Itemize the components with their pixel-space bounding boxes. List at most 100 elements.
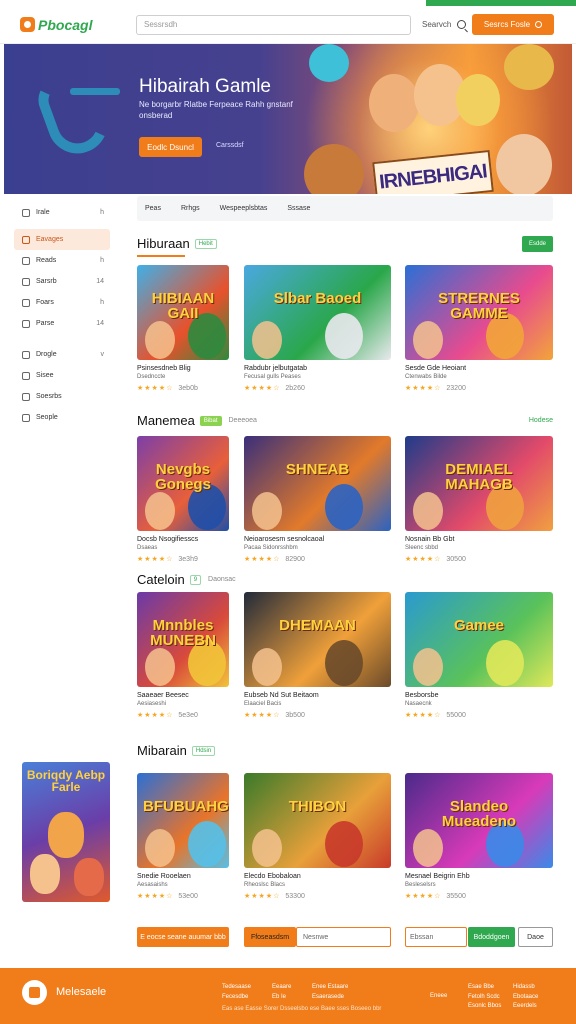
footer-link[interactable]: Esaerasede [312, 993, 348, 1003]
search-label: Searvch [422, 20, 452, 29]
hero-play-button[interactable]: Eodlc Dsuncl [139, 137, 202, 157]
footer-link[interactable]: Ebotaace [513, 993, 538, 1003]
logo[interactable]: Pbocagl [20, 17, 130, 33]
search-input[interactable]: Sessrsdh [136, 14, 411, 35]
game-thumbnail[interactable]: STRERNES GAMME [405, 265, 553, 360]
rating-stars-icon: ★★★★☆ [244, 712, 281, 720]
footer-col-2: Eeaare Eb Ie [272, 983, 291, 1002]
bottom-outline-button[interactable]: Daoe [518, 927, 553, 947]
game-rating: ★★★★☆ 53e00 [137, 892, 229, 901]
section-more-button[interactable]: Esdde [522, 236, 553, 252]
game-thumbnail-title: Nevgbs Gonegs [155, 461, 211, 493]
game-title[interactable]: Docsb Nsogifiesscs [137, 536, 229, 544]
game-card[interactable]: DEMIAEL MAHAGB Nosnain Bb Gbt Sleenc sbbd ★… [405, 436, 553, 563]
game-title[interactable]: Elecdo Ebobaloan [244, 873, 391, 881]
search-icon[interactable] [457, 20, 467, 29]
sidebar-item[interactable]: Reads h [14, 250, 110, 271]
game-card[interactable]: THIBON Elecdo Ebobaloan Rheoslsc Blacs ★★★★… [244, 773, 391, 900]
thumbnail-character-2 [413, 492, 443, 530]
sidebar-item[interactable]: Drogle v [14, 344, 110, 365]
game-subtitle: Nasaecnk [405, 701, 432, 708]
bottom-input[interactable]: Nesnwe [296, 927, 391, 947]
game-card[interactable]: SHNEAB Neioarosesm sesnolcaoal Pacaa Sidon… [244, 436, 391, 563]
game-thumbnail[interactable]: SHNEAB [244, 436, 391, 531]
game-title[interactable]: Mesnael Beigrin Ehb [405, 873, 553, 881]
user-icon [535, 21, 543, 28]
sidebar-item[interactable]: Sisee [14, 365, 110, 386]
game-thumbnail[interactable]: Slandeo Mueadeno [405, 773, 553, 868]
game-title[interactable]: Saaeaer Beesec [137, 692, 229, 700]
footer-link[interactable]: Fecesdbe [222, 993, 251, 1003]
bottom-orange-button[interactable]: E eocse seane auumar bbb [137, 927, 229, 947]
game-card[interactable]: HIBIAAN GAII Psinsesdneb Blig Dsednccte ★★★… [137, 265, 229, 392]
game-thumbnail[interactable]: DHEMAAN [244, 592, 391, 687]
game-card[interactable]: DHEMAAN Eubseb Nd Sut Beitaom Elaaciel Bac… [244, 592, 391, 719]
filter-tab[interactable]: Rrhgs [181, 205, 200, 212]
game-title[interactable]: Snedie Rooelaen [137, 873, 229, 881]
footer-link[interactable]: Esonlc Bbos [468, 1002, 501, 1012]
game-thumbnail-title: SHNEAB [285, 461, 350, 478]
game-card[interactable]: Gamee Besborsbe Nasaecnk ★★★★☆ 55000 [405, 592, 553, 719]
footer-link[interactable]: Hidassb [513, 983, 538, 993]
filter-tab[interactable]: Sssase [287, 205, 310, 212]
game-subtitle: Fecusal gulls Peases [244, 374, 301, 381]
game-thumbnail[interactable]: BFUBUAHGE [137, 773, 229, 868]
game-thumbnail[interactable]: THIBON [244, 773, 391, 868]
game-card[interactable]: Slandeo Mueadeno Mesnael Beigrin Ehb Besle… [405, 773, 553, 900]
thumbnail-character [324, 640, 363, 686]
sidebar-promo-card[interactable]: Boriqdy Aebp Farle [22, 762, 110, 902]
section-more-link[interactable]: Hodese [529, 417, 553, 424]
game-card[interactable]: STRERNES GAMME Sesde Gde Heoiant Ctenwabs … [405, 265, 553, 392]
hero-link[interactable]: Carssdsf [216, 142, 244, 149]
game-thumbnail[interactable]: Mnnbles MUNEBN [137, 592, 229, 687]
sidebar-item-label: Drogle [36, 351, 57, 358]
thumbnail-character-2 [252, 648, 282, 686]
bottom-orange-button-small[interactable]: Ffoseasdsm [244, 927, 296, 947]
footer-link[interactable]: Tedesaase [222, 983, 251, 993]
footer-link[interactable]: Esae Bbe [468, 983, 501, 993]
footer-link[interactable]: Enee Estaare [312, 983, 348, 993]
game-title[interactable]: Besborsbe [405, 692, 553, 700]
footer-logo-icon [22, 980, 47, 1005]
sidebar-item[interactable]: Parse 14 [14, 313, 110, 334]
sidebar-item-suffix: h [100, 299, 104, 306]
game-thumbnail[interactable]: Slbar Baoed [244, 265, 391, 360]
footer-link[interactable]: Eeerdels [513, 1002, 538, 1012]
game-card[interactable]: Nevgbs Gonegs Docsb Nsogifiesscs Dsaeas ★★★… [137, 436, 229, 563]
section-subtitle: Daonsac [208, 576, 236, 583]
header: Pbocagl Sessrsdh Searvch Sesrcs Fosle [0, 6, 576, 44]
game-title[interactable]: Eubseb Nd Sut Beitaom [244, 692, 391, 700]
sidebar-item[interactable]: Sarsrb 14 [14, 271, 110, 292]
sidebar-item-icon [22, 256, 30, 265]
game-thumbnail[interactable]: DEMIAEL MAHAGB [405, 436, 553, 531]
game-thumbnail[interactable]: HIBIAAN GAII [137, 265, 229, 360]
game-title[interactable]: Neioarosesm sesnolcaoal [244, 536, 391, 544]
filter-tab[interactable]: Wespeeplsbtas [220, 205, 268, 212]
sidebar-item[interactable]: Irale h [14, 202, 110, 223]
game-thumbnail[interactable]: Gamee [405, 592, 553, 687]
header-cta-button[interactable]: Sesrcs Fosle [472, 14, 554, 35]
footer-link[interactable]: Fetolh Scdc [468, 993, 501, 1003]
game-thumbnail[interactable]: Nevgbs Gonegs [137, 436, 229, 531]
sidebar-item[interactable]: Foars h [14, 292, 110, 313]
game-rating: ★★★★☆ 3eb0b [137, 384, 229, 393]
footer-link[interactable]: Eb Ie [272, 993, 291, 1003]
game-title[interactable]: Nosnain Bb Gbt [405, 536, 553, 544]
game-title[interactable]: Sesde Gde Heoiant [405, 365, 553, 373]
rating-stars-icon: ★★★★☆ [405, 556, 442, 564]
sidebar-item[interactable]: Seople [14, 407, 110, 428]
game-card[interactable]: BFUBUAHGE Snedie RooelaenAesasaishs ★★★★☆ 5… [137, 773, 229, 900]
footer-link[interactable]: Eeaare [272, 983, 291, 993]
sidebar-item-suffix: 14 [96, 278, 104, 285]
filter-tab[interactable]: Peas [145, 205, 161, 212]
sidebar-item[interactable]: Eavages [14, 229, 110, 250]
sidebar-item[interactable]: Soesrbs [14, 386, 110, 407]
footer-link[interactable]: Eneee [430, 992, 447, 1002]
game-title[interactable]: Rabdubr jelbutgatab [244, 365, 391, 373]
bottom-input-secondary[interactable]: Ebssan [405, 927, 467, 947]
sidebar-item-suffix: h [100, 257, 104, 264]
bottom-green-button[interactable]: Bdoddgoen [468, 927, 515, 947]
game-title[interactable]: Psinsesdneb Blig [137, 365, 229, 373]
game-card[interactable]: Slbar Baoed Rabdubr jelbutgatab Fecusal gu… [244, 265, 391, 392]
game-card[interactable]: Mnnbles MUNEBN Saaeaer Beesec Aesiaseshi ★★… [137, 592, 229, 719]
